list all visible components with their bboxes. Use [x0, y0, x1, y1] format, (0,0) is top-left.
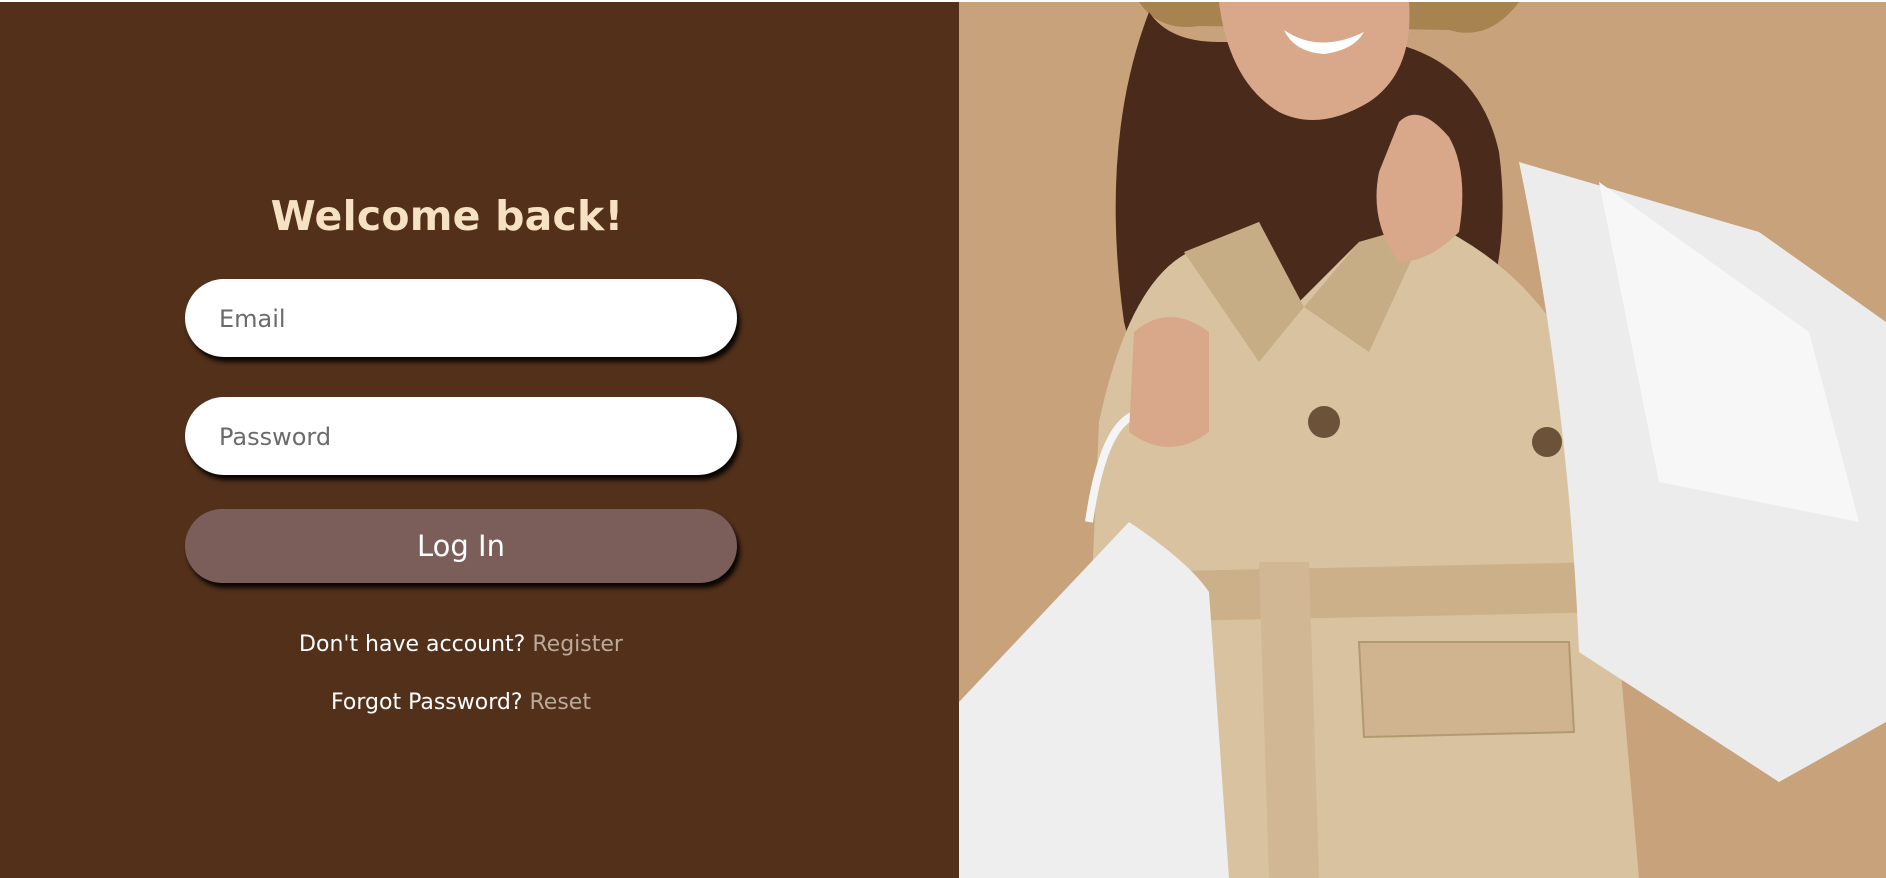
email-field[interactable]	[217, 279, 721, 359]
password-field-container	[185, 397, 737, 477]
hero-image	[959, 2, 1886, 878]
reset-prompt: Forgot Password?	[331, 690, 523, 715]
hero-illustration	[959, 2, 1886, 878]
register-line: Don't have account? Register	[0, 632, 922, 657]
page-title: Welcome back!	[270, 192, 624, 240]
reset-link[interactable]: Reset	[530, 690, 591, 715]
email-field-container	[185, 279, 737, 359]
register-link[interactable]: Register	[532, 632, 623, 657]
login-button[interactable]: Log In	[185, 509, 737, 583]
reset-line: Forgot Password? Reset	[0, 690, 922, 715]
page-frame: Welcome back! Log In Don't have account?…	[0, 2, 1886, 878]
register-prompt: Don't have account?	[299, 632, 526, 657]
login-panel: Welcome back! Log In Don't have account?…	[0, 2, 959, 878]
password-field[interactable]	[217, 397, 721, 477]
